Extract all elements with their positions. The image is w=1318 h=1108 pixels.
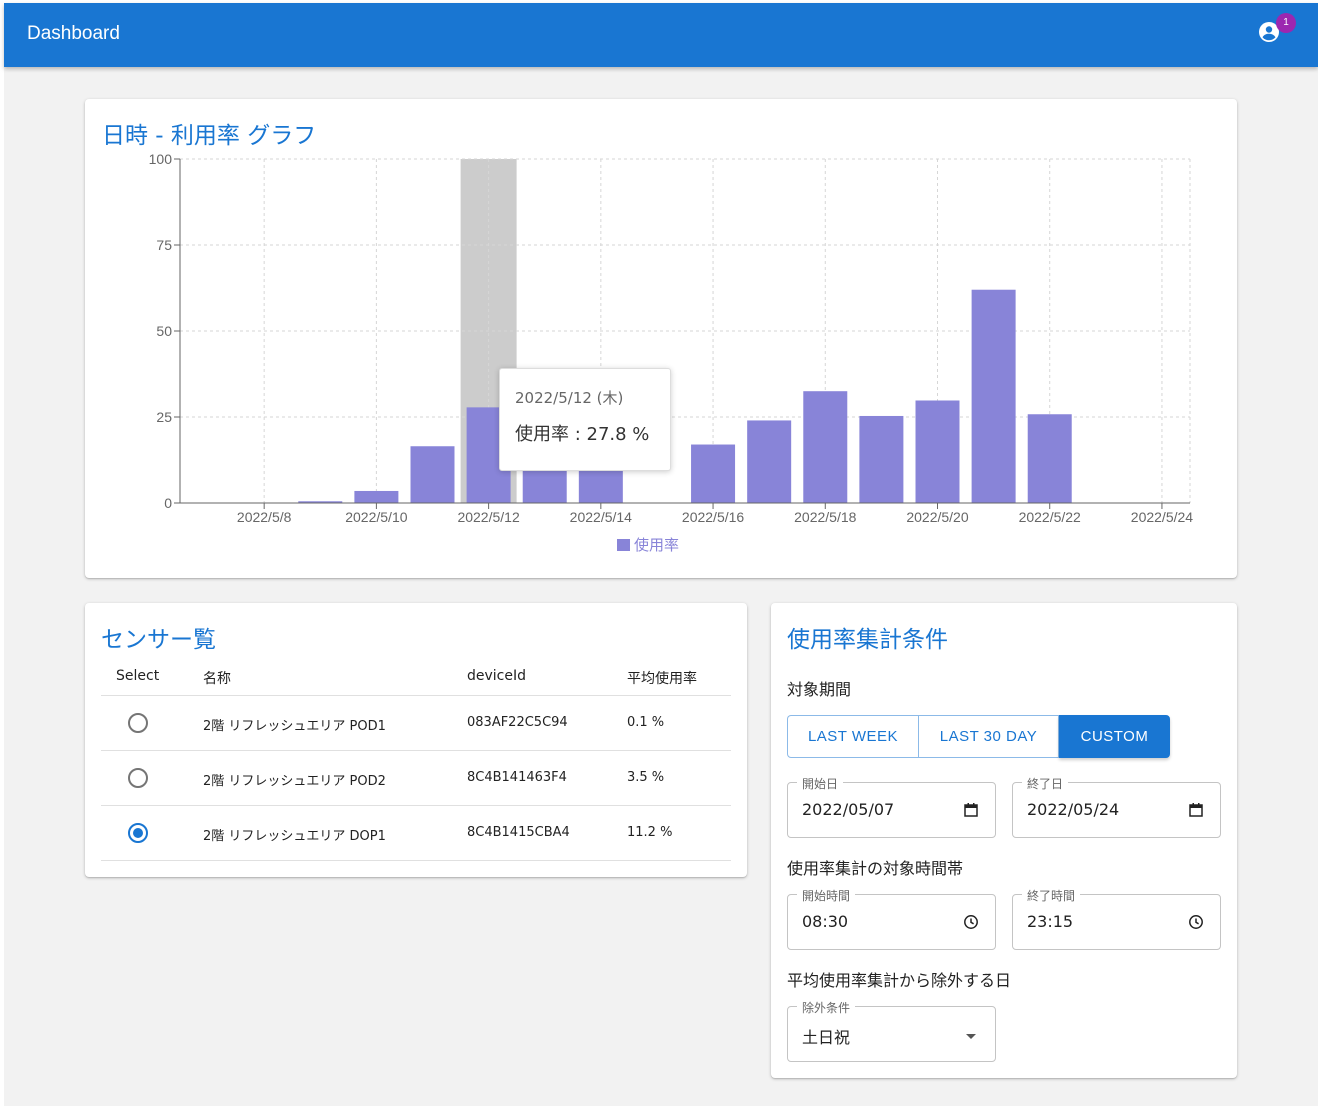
usage-chart-card: 日時 - 利用率 グラフ 0 25 50 75 100 2022/5/8 2022/5/10…: [85, 99, 1237, 578]
y-tick-label: 75: [156, 237, 172, 253]
sensor-avg-usage: 11.2 %: [627, 825, 673, 840]
bar: [971, 289, 1016, 503]
table-divider: [101, 750, 731, 751]
column-header-avg-usage: 平均使用率: [627, 671, 697, 687]
start-time-label: 開始時間: [797, 887, 856, 904]
table-divider: [101, 805, 731, 806]
sensor-list-card: センサー覧 Select 名称 deviceId 平均使用率 2階 リフレッシュ…: [85, 603, 747, 877]
x-tick-label: 2022/5/14: [570, 509, 632, 525]
sensor-avg-usage: 0.1 %: [627, 715, 665, 730]
sensor-device-id: 8C4B141463F4: [467, 770, 567, 785]
dropdown-arrow-icon[interactable]: [963, 1028, 979, 1044]
x-tick-label: 2022/5/10: [345, 509, 407, 525]
x-tick-label: 2022/5/8: [237, 509, 292, 525]
sensor-card-title: センサー覧: [101, 627, 216, 653]
start-date-value: 2022/05/07: [802, 800, 895, 819]
start-date-label: 開始日: [797, 775, 844, 792]
sensor-device-id: 8C4B1415CBA4: [467, 825, 570, 840]
end-date-label: 終了日: [1022, 775, 1069, 792]
usage-bar-chart: 0 25 50 75 100 2022/5/8 2022/5/10 2022/5/12 2022…: [149, 151, 1194, 554]
column-header-name: 名称: [203, 671, 231, 687]
sensor-name: 2階 リフレッシュエリア POD2: [203, 774, 386, 789]
x-tick-label: 2022/5/12: [457, 509, 519, 525]
bar: [747, 420, 792, 503]
aggregation-conditions-card: 使用率集計条件 対象期間 LAST WEEK LAST 30 DAY CUSTO…: [771, 603, 1237, 1078]
sensor-name: 2階 リフレッシュエリア DOP1: [203, 829, 386, 844]
end-time-field[interactable]: 終了時間 23:15: [1012, 887, 1221, 950]
app-title: Dashboard: [27, 23, 120, 44]
x-tick-label: 2022/5/18: [794, 509, 856, 525]
end-date-value: 2022/05/24: [1027, 800, 1120, 819]
tooltip-date: 2022/5/12 (木): [515, 389, 624, 407]
legend-swatch: [617, 539, 630, 551]
bar: [915, 400, 960, 503]
start-date-field[interactable]: 開始日 2022/05/07: [787, 775, 996, 838]
last-30-day-button[interactable]: LAST 30 DAY: [919, 715, 1059, 758]
notification-badge: 1: [1276, 13, 1296, 33]
end-date-field[interactable]: 終了日 2022/05/24: [1012, 775, 1221, 838]
exclude-days-label: 平均使用率集計から除外する日: [787, 971, 1012, 990]
x-tick-label: 2022/5/24: [1131, 509, 1193, 525]
column-header-select: Select: [116, 668, 160, 684]
calendar-icon[interactable]: [963, 802, 979, 818]
bar: [859, 415, 904, 503]
calendar-icon[interactable]: [1188, 802, 1204, 818]
conditions-card-title: 使用率集計条件: [787, 627, 948, 653]
y-tick-label: 0: [164, 495, 172, 511]
period-label: 対象期間: [787, 680, 852, 699]
clock-icon[interactable]: [963, 914, 979, 930]
y-tick-label: 25: [156, 409, 172, 425]
bar: [803, 391, 848, 503]
time-range-label: 使用率集計の対象時間帯: [787, 859, 964, 878]
start-time-value: 08:30: [802, 912, 849, 931]
exclude-condition-label: 除外条件: [797, 999, 856, 1016]
exclude-condition-value: 土日祝: [802, 1028, 851, 1047]
bar: [410, 446, 455, 503]
sensor-device-id: 083AF22C5C94: [467, 715, 568, 730]
tooltip-value: 使用率 : 27.8 %: [515, 424, 650, 445]
app-bar: Dashboard: [4, 3, 1318, 67]
chart-tooltip: 2022/5/12 (木) 使用率 : 27.8 %: [499, 368, 671, 471]
y-tick-label: 50: [156, 323, 172, 339]
custom-button[interactable]: CUSTOM: [1059, 715, 1170, 758]
exclude-condition-select[interactable]: 除外条件 土日祝: [787, 999, 996, 1062]
clock-icon[interactable]: [1188, 914, 1204, 930]
row-select-radio[interactable]: [128, 713, 148, 733]
x-tick-label: 2022/5/16: [682, 509, 744, 525]
period-toggle-group: LAST WEEK LAST 30 DAY CUSTOM: [787, 715, 1170, 758]
bar: [1027, 414, 1072, 503]
last-week-button[interactable]: LAST WEEK: [787, 715, 919, 758]
x-tick-label: 2022/5/22: [1019, 509, 1081, 525]
row-select-radio-checked[interactable]: [128, 823, 148, 843]
row-select-radio[interactable]: [128, 768, 148, 788]
column-header-device-id: deviceId: [467, 668, 527, 684]
y-tick-label: 100: [149, 151, 173, 167]
bar: [354, 490, 399, 503]
sensor-avg-usage: 3.5 %: [627, 770, 665, 785]
sensor-name: 2階 リフレッシュエリア POD1: [203, 719, 386, 734]
end-time-value: 23:15: [1027, 912, 1074, 931]
table-divider: [101, 860, 731, 861]
bar: [691, 444, 736, 503]
x-tick-label: 2022/5/20: [906, 509, 968, 525]
start-time-field[interactable]: 開始時間 08:30: [787, 887, 996, 950]
table-divider: [101, 695, 731, 696]
end-time-label: 終了時間: [1022, 887, 1081, 904]
legend-label: 使用率: [634, 536, 679, 554]
